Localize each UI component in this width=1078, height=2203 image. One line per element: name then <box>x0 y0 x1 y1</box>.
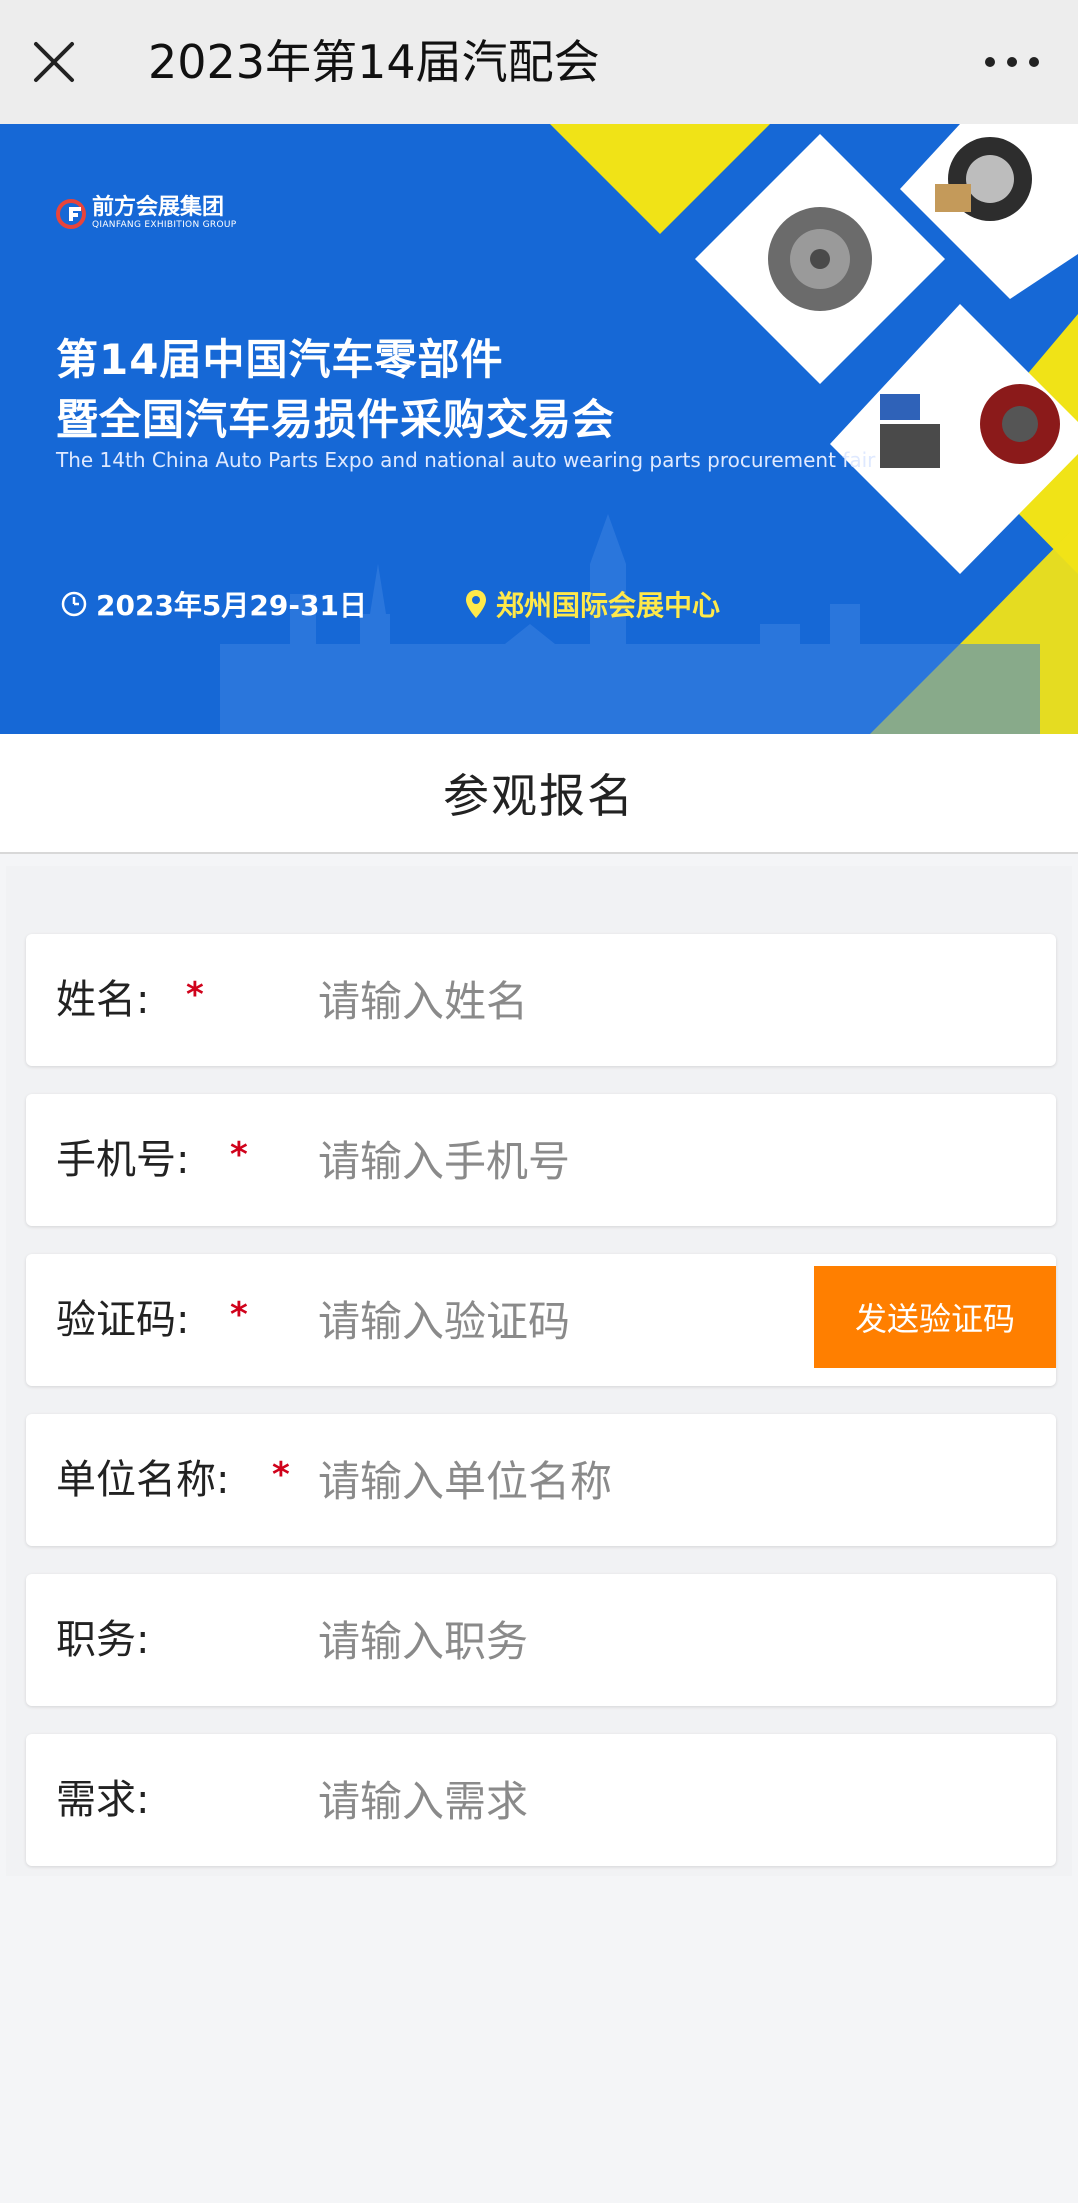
section-title: 参观报名 <box>443 769 635 823</box>
section-header: 参观报名 <box>0 734 1078 854</box>
expo-subtitle: The 14th China Auto Parts Expo and natio… <box>56 448 876 472</box>
expo-title-line1: 第14届中国汽车零部件 <box>56 335 504 384</box>
position-label: 职务: <box>56 1617 150 1663</box>
phone-input[interactable] <box>316 1118 820 1204</box>
name-input[interactable] <box>316 958 820 1044</box>
position-field-row: 职务: <box>26 1574 1056 1706</box>
send-code-button[interactable]: 发送验证码 <box>814 1266 1056 1368</box>
code-label: 验证码: <box>56 1297 190 1343</box>
expo-date-text: 2023年5月29-31日 <box>96 589 367 622</box>
company-name-input[interactable] <box>316 1438 820 1524</box>
location-pin-icon <box>466 590 486 618</box>
expo-title-line2: 暨全国汽车易损件采购交易会 <box>56 395 616 444</box>
expo-date: 2023年5月29-31日 <box>60 584 367 624</box>
logo-mark-icon <box>56 198 86 229</box>
company-field-row: 单位名称: * <box>26 1414 1056 1546</box>
clock-icon <box>61 591 87 617</box>
logo-chinese-name: 前方会展集团 <box>92 195 225 220</box>
expo-banner: 前方会展集团 QIANFANG EXHIBITION GROUP 第14届中国汽… <box>0 124 1078 734</box>
requirement-input[interactable] <box>316 1758 820 1844</box>
top-bar: 2023年第14届汽配会 <box>0 0 1078 124</box>
more-dots-icon[interactable] <box>980 44 1044 80</box>
expo-location-text: 郑州国际会展中心 <box>496 589 721 622</box>
phone-field-row: 手机号: * <box>26 1094 1056 1226</box>
required-mark: * <box>272 1455 290 1495</box>
requirement-field-row: 需求: <box>26 1734 1056 1866</box>
company-label: 单位名称: <box>56 1457 230 1503</box>
close-icon[interactable] <box>30 38 78 86</box>
required-mark: * <box>230 1135 248 1175</box>
position-input[interactable] <box>316 1598 820 1684</box>
code-field-row: 验证码: * 发送验证码 <box>26 1254 1056 1386</box>
verification-code-input[interactable] <box>316 1278 760 1364</box>
expo-title: 第14届中国汽车零部件 暨全国汽车易损件采购交易会 <box>56 330 615 450</box>
requirement-label: 需求: <box>56 1777 150 1823</box>
name-field-row: 姓名: * <box>26 934 1056 1066</box>
registration-form: 姓名: * 手机号: * 验证码: * 发送验证码 单位名称: * 职务: 需求… <box>6 866 1072 1876</box>
required-mark: * <box>186 975 204 1015</box>
required-mark: * <box>230 1295 248 1335</box>
phone-label: 手机号: <box>56 1137 190 1183</box>
logo-english-name: QIANFANG EXHIBITION GROUP <box>92 220 237 230</box>
expo-location: 郑州国际会展中心 <box>464 584 720 624</box>
company-logo: 前方会展集团 QIANFANG EXHIBITION GROUP <box>56 196 236 231</box>
name-label: 姓名: <box>56 977 150 1023</box>
page-title: 2023年第14届汽配会 <box>148 35 600 89</box>
